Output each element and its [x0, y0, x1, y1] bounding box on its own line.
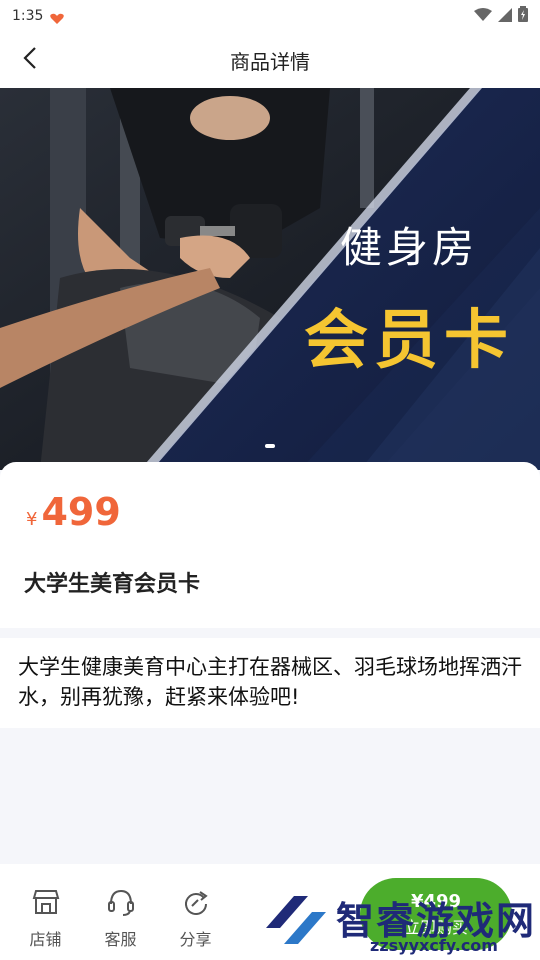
wifi-icon: [474, 7, 492, 26]
share-label: 分享: [179, 930, 212, 949]
share-icon: [180, 886, 212, 922]
store-label: 店铺: [29, 930, 62, 949]
product-name: 大学生美育会员卡: [24, 572, 201, 597]
customer-service-label: 客服: [104, 930, 137, 949]
status-indicators: [474, 6, 528, 26]
buy-label: 立即购买: [403, 917, 468, 937]
carousel-indicator: [265, 444, 275, 448]
store-button[interactable]: 店铺: [8, 886, 83, 950]
customer-service-button[interactable]: 客服: [83, 886, 158, 950]
chevron-left-icon: [22, 46, 38, 74]
share-button[interactable]: 分享: [158, 886, 233, 950]
status-bar: 1:35: [0, 0, 540, 32]
description-card: 大学生健康美育中心主打在器械区、羽毛球场地挥洒汗水，别再犹豫，赶紧来体验吧!: [0, 638, 540, 728]
product-description: 大学生健康美育中心主打在器械区、羽毛球场地挥洒汗水，别再犹豫，赶紧来体验吧!: [18, 655, 522, 709]
banner-line2: 会员卡: [304, 304, 514, 378]
currency-symbol: ¥: [26, 509, 38, 530]
headset-icon: [105, 886, 137, 922]
signal-icon: [498, 7, 512, 26]
status-time: 1:35: [12, 8, 44, 24]
product-image-carousel[interactable]: 健身房 会员卡: [0, 88, 540, 470]
store-icon: [30, 886, 62, 922]
nav-bar: 商品详情: [0, 32, 540, 88]
battery-icon: [518, 6, 528, 26]
banner-headline: 健身房 会员卡: [304, 214, 514, 381]
back-button[interactable]: [14, 44, 46, 76]
buy-price: ¥499: [410, 890, 462, 912]
app-notification-icon: [49, 10, 65, 24]
page-title: 商品详情: [230, 49, 310, 74]
product-price: 499: [41, 490, 121, 534]
price-row: ¥ 499: [26, 490, 121, 534]
buy-now-button[interactable]: ¥499 立即购买: [360, 878, 512, 950]
banner-line1: 健身房: [339, 223, 478, 272]
price-card: ¥ 499 大学生美育会员卡: [0, 462, 540, 628]
